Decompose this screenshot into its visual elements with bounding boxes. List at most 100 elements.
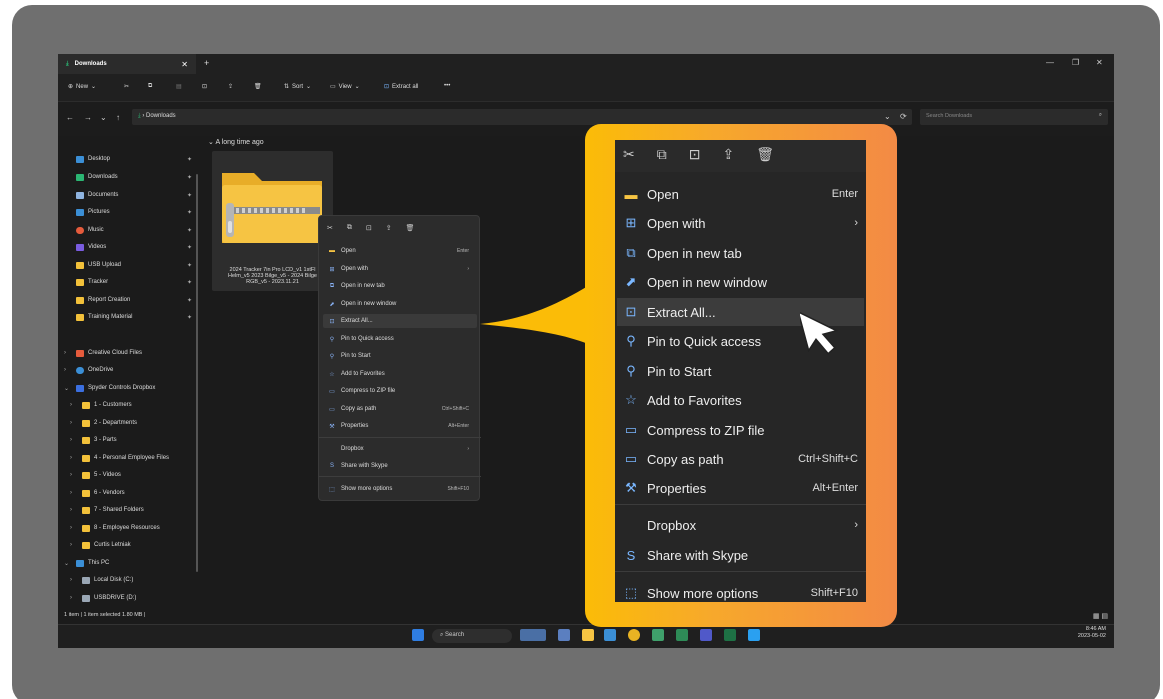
sidebar-item-videos[interactable]: Videos ✦ (58, 241, 198, 253)
tree-item-departments[interactable]: › 2 - Departments (58, 417, 198, 429)
new-button[interactable]: ⊕ New ⌄ (68, 83, 96, 91)
breadcrumb[interactable]: Downloads (146, 113, 176, 119)
refresh-button[interactable]: ⟳ (900, 112, 907, 121)
tab-downloads[interactable]: ⤓ Downloads ✕ (58, 54, 196, 74)
copy-icon[interactable]: ⧉ (347, 224, 352, 232)
menu-item-pin-start[interactable]: ⚲ Pin to Start (323, 349, 477, 363)
excel-icon[interactable] (724, 629, 736, 641)
share-icon[interactable]: ⇪ (722, 146, 734, 163)
address-bar[interactable]: ⤓ › Downloads (132, 109, 912, 125)
extract-all-button[interactable]: ⊡ Extract all (384, 83, 418, 91)
sort-button[interactable]: ⇅ Sort ⌄ (284, 83, 311, 91)
zoom-menu-item-share-skype[interactable]: S Share with Skype (617, 541, 864, 569)
rename-icon[interactable]: ⊡ (689, 146, 701, 163)
tree-item-shared-folders[interactable]: › 7 - Shared Folders (58, 504, 198, 516)
sidebar-item-usb-upload[interactable]: USB Upload ✦ (58, 259, 198, 271)
sidebar-item-music[interactable]: Music ✦ (58, 224, 198, 236)
zoom-menu-item-compress-zip[interactable]: ▭ Compress to ZIP file (617, 416, 864, 444)
chrome-icon[interactable] (628, 629, 640, 641)
rename-icon[interactable]: ⊡ (366, 224, 372, 232)
menu-item-show-more-options[interactable]: ⬚ Show more options Shift+F10 (323, 482, 477, 496)
tree-item-this-pc[interactable]: ⌄ This PC (58, 557, 198, 569)
more-options-button[interactable]: ••• (444, 83, 450, 89)
zoom-menu-item-open[interactable]: ▬ Open Enter (617, 180, 864, 208)
copy-icon[interactable]: ⧉ (657, 146, 667, 163)
sidebar-item-pictures[interactable]: Pictures ✦ (58, 206, 198, 218)
sidebar-item-desktop[interactable]: Desktop ✦ (58, 153, 198, 165)
zoom-menu-item-open-new-window[interactable]: ⬈ Open in new window (617, 268, 864, 296)
menu-item-open-with[interactable]: ⊞ Open with › (323, 262, 477, 276)
sidebar-item-tracker[interactable]: Tracker ✦ (58, 276, 198, 288)
menu-item-copy-path[interactable]: ▭ Copy as path Ctrl+Shift+C (323, 402, 477, 416)
tree-item-usb-drive[interactable]: › USBDRIVE (D:) (58, 592, 198, 604)
sidebar-item-documents[interactable]: Documents ✦ (58, 189, 198, 201)
tree-item-local-disk[interactable]: › Local Disk (C:) (58, 574, 198, 586)
zoom-menu-item-open-with[interactable]: ⊞ Open with › (617, 209, 864, 237)
minimize-button[interactable]: — (1046, 58, 1054, 67)
widgets-icon[interactable] (520, 629, 546, 641)
sidebar-item-training-material[interactable]: Training Material ✦ (58, 311, 198, 323)
cut-icon[interactable]: ✂ (623, 146, 635, 163)
new-tab-button[interactable]: + (204, 58, 209, 68)
menu-item-share-skype[interactable]: S Share with Skype (323, 459, 477, 473)
rename-icon[interactable]: ⊡ (202, 83, 207, 90)
tree-item-curtis-letniak[interactable]: › Curtis Letniak (58, 539, 198, 551)
cut-icon[interactable]: ✂ (124, 83, 129, 90)
taskbar-search[interactable]: ⌕ Search (432, 629, 512, 643)
sidebar-item-report-creation[interactable]: Report Creation ✦ (58, 294, 198, 306)
teams-icon[interactable] (700, 629, 712, 641)
forward-button[interactable]: → (84, 113, 92, 122)
menu-item-properties[interactable]: ⚒ Properties Alt+Enter (323, 419, 477, 433)
app-icon[interactable] (676, 629, 688, 641)
app-icon[interactable] (748, 629, 760, 641)
delete-icon[interactable]: 🗑 (254, 83, 262, 90)
sidebar-item-downloads[interactable]: Downloads ✦ (58, 171, 198, 183)
file-explorer-icon[interactable] (582, 629, 594, 641)
tree-item-spyder-dropbox[interactable]: ⌄ Spyder Controls Dropbox (58, 382, 198, 394)
menu-item-open-new-tab[interactable]: ⧉ Open in new tab (323, 279, 477, 293)
recent-locations-button[interactable]: ⌄ (100, 113, 107, 122)
view-toggle-icon[interactable]: ▦ ▤ (1093, 612, 1108, 620)
task-view-icon[interactable] (558, 629, 570, 641)
app-icon[interactable] (652, 629, 664, 641)
zoom-menu-item-dropbox[interactable]: Dropbox › (617, 511, 864, 539)
zoom-menu-item-pin-start[interactable]: ⚲ Pin to Start (617, 357, 864, 385)
share-icon[interactable]: ⇪ (386, 224, 392, 232)
delete-icon[interactable]: 🗑 (406, 224, 415, 232)
menu-item-add-favorites[interactable]: ☆ Add to Favorites (323, 367, 477, 381)
windows-start-icon[interactable] (412, 629, 424, 641)
menu-item-extract-all[interactable]: ⊡ Extract All... (323, 314, 477, 328)
menu-item-open-new-window[interactable]: ⬈ Open in new window (323, 297, 477, 311)
zoom-menu-item-properties[interactable]: ⚒ Properties Alt+Enter (617, 474, 864, 502)
menu-item-open[interactable]: ▬ Open Enter (323, 244, 477, 258)
outlook-icon[interactable] (604, 629, 616, 641)
delete-icon[interactable]: 🗑 (756, 146, 774, 163)
zoom-menu-item-show-more-options[interactable]: ⬚ Show more options Shift+F10 (617, 579, 864, 602)
sidebar-scrollbar[interactable] (196, 174, 198, 572)
search-input[interactable]: Search Downloads ⌕ (920, 109, 1108, 125)
menu-item-dropbox[interactable]: Dropbox › (323, 442, 477, 456)
zoom-menu-item-add-favorites[interactable]: ☆ Add to Favorites (617, 386, 864, 414)
back-button[interactable]: ← (66, 113, 74, 122)
tree-item-customers[interactable]: › 1 - Customers (58, 399, 198, 411)
tab-close-icon[interactable]: ✕ (181, 60, 188, 69)
copy-icon[interactable]: ⧉ (148, 83, 152, 90)
view-button[interactable]: ▭ View ⌄ (330, 83, 360, 91)
tree-item-personal-employee-files[interactable]: › 4 - Personal Employee Files (58, 452, 198, 464)
chevron-down-icon[interactable]: ⌄ (884, 112, 891, 121)
system-clock[interactable]: 8:46 AM 2023-05-02 (1078, 626, 1106, 640)
tree-item-parts[interactable]: › 3 - Parts (58, 434, 198, 446)
tree-item-onedrive[interactable]: › OneDrive (58, 364, 198, 376)
up-button[interactable]: ↑ (116, 113, 120, 122)
paste-icon[interactable]: ▤ (176, 83, 182, 90)
tree-item-videos[interactable]: › 5 - Videos (58, 469, 198, 481)
zoom-menu-item-copy-path[interactable]: ▭ Copy as path Ctrl+Shift+C (617, 445, 864, 473)
close-button[interactable]: ✕ (1096, 58, 1103, 67)
maximize-button[interactable]: ❐ (1072, 58, 1079, 67)
cut-icon[interactable]: ✂ (327, 224, 333, 232)
tree-item-vendors[interactable]: › 6 - Vendors (58, 487, 198, 499)
tree-item-employee-resources[interactable]: › 8 - Employee Resources (58, 522, 198, 534)
menu-item-compress-zip[interactable]: ▭ Compress to ZIP file (323, 384, 477, 398)
zoom-menu-item-open-new-tab[interactable]: ⧉ Open in new tab (617, 239, 864, 267)
group-header[interactable]: ⌄ A long time ago (208, 138, 264, 146)
